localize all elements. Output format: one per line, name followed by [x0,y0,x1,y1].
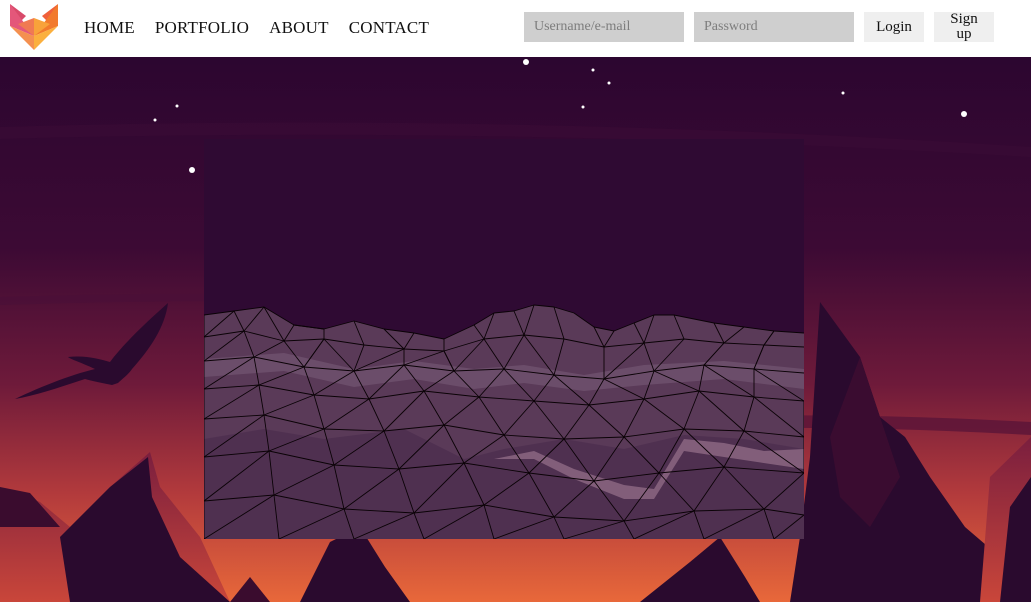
fox-logo-icon[interactable] [8,2,60,52]
top-navbar: HOME PORTFOLIO ABOUT CONTACT Login Sign … [0,0,1031,57]
wireframe-terrain-render [204,139,804,539]
nav-home-link[interactable]: HOME [84,18,135,38]
nav-contact-link[interactable]: CONTACT [349,18,429,38]
nav-about-link[interactable]: ABOUT [269,18,329,38]
login-button[interactable]: Login [864,12,924,42]
signup-button[interactable]: Sign up [934,12,994,42]
username-input[interactable] [524,12,684,42]
main-nav: HOME PORTFOLIO ABOUT CONTACT [84,18,429,38]
nav-portfolio-link[interactable]: PORTFOLIO [155,18,249,38]
password-input[interactable] [694,12,854,42]
terrain-3d-viewport[interactable] [204,139,804,539]
hero-background [0,57,1031,602]
